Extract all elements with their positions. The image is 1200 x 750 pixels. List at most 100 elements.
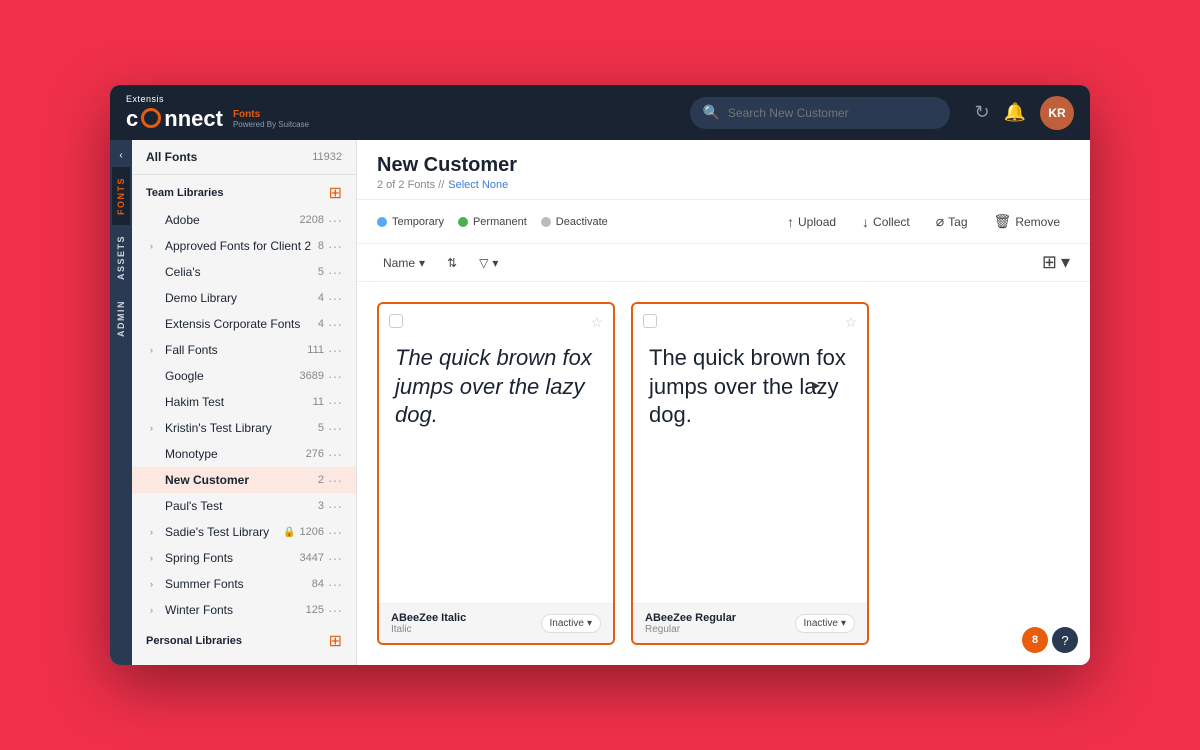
sidebar-item-extensis-corporate[interactable]: Extensis Corporate Fonts 4 ··· [132,311,356,337]
sidebar-item-label: Winter Fonts [165,603,306,617]
dots-menu-icon[interactable]: ··· [328,290,342,306]
sidebar-tab-admin[interactable]: ADMIN [112,290,130,347]
sidebar-item-label: Hakim Test [165,395,313,409]
sidebar-item-demo-library[interactable]: Demo Library 4 ··· [132,285,356,311]
sidebar-item-new-customer[interactable]: New Customer 2 ··· [132,467,356,493]
team-libraries-add-button[interactable]: ⊞ [329,183,342,203]
logo-area: Extensis c nnect Fonts Powered By Suitca… [126,94,309,132]
font-style: Regular [645,624,736,635]
filter-chevron: ▾ [492,256,498,270]
collect-button[interactable]: ↓ Collect [852,209,920,235]
remove-button[interactable]: 🗑 Remove [984,208,1070,235]
content-header: New Customer 2 of 2 Fonts // Select None [357,140,1090,200]
search-input[interactable] [728,106,939,120]
dots-menu-icon[interactable]: ··· [328,342,342,358]
filter-icon: ▽ [479,256,488,270]
sidebar-item-label: Summer Fonts [165,577,312,591]
sidebar-tab-fonts[interactable]: FONTS [112,167,130,225]
upload-icon: ↑ [787,214,794,230]
font-card-preview: ☆ The quick brown fox jumps over the laz… [633,304,867,603]
sidebar-item-summer-fonts[interactable]: › Summer Fonts 84 ··· [132,571,356,597]
all-fonts-count: 11932 [312,151,342,163]
powered-fonts: Fonts [233,109,309,120]
chevron-icon: › [150,423,160,433]
sidebar-tab-assets[interactable]: ASSETS [112,225,130,290]
tag-icon: ⌀ [936,213,944,230]
sidebar-item-count: 125 [306,604,324,616]
sidebar-item-approved-fonts[interactable]: › Approved Fonts for Client 2 8 ··· [132,233,356,259]
font-info: ABeeZee Italic Italic [391,612,466,635]
connect-o-icon [141,108,161,128]
sidebar-item-label: Spring Fonts [165,551,300,565]
sidebar-item-monotype[interactable]: Monotype 276 ··· [132,441,356,467]
bell-icon[interactable]: 🔔 [1004,102,1026,123]
sidebar-item-kristins-test[interactable]: › Kristin's Test Library 5 ··· [132,415,356,441]
dots-menu-icon[interactable]: ··· [328,498,342,514]
sidebar-item-sadies-test[interactable]: › Sadie's Test Library 🔒 1206 ··· [132,519,356,545]
upload-button[interactable]: ↑ Upload [777,209,846,235]
font-card-checkbox[interactable] [389,314,403,328]
sidebar-item-winter-fonts[interactable]: › Winter Fonts 125 ··· [132,597,356,623]
font-status-button[interactable]: Inactive ▾ [795,614,856,633]
font-card-abeezee-italic[interactable]: ☆ The quick brown fox jumps over the laz… [377,302,615,645]
sidebar-item-label: Fall Fonts [165,343,307,357]
refresh-icon[interactable]: ↻ [974,102,989,123]
sidebar: All Fonts 11932 Team Libraries ⊞ Adobe 2… [132,140,357,665]
star-icon[interactable]: ☆ [844,314,857,331]
name-sort-button[interactable]: Name ▾ [377,253,431,273]
sidebar-collapse-button[interactable]: ‹ [119,144,122,167]
sidebar-item-fall-fonts[interactable]: › Fall Fonts 111 ··· [132,337,356,363]
star-icon[interactable]: ☆ [590,314,603,331]
dots-menu-icon[interactable]: ··· [328,368,342,384]
avatar[interactable]: KR [1040,96,1074,130]
view-chevron-icon: ▾ [1061,252,1070,273]
dots-menu-icon[interactable]: ··· [328,394,342,410]
sidebar-item-count: 2 [318,474,324,486]
font-name: ABeeZee Italic [391,612,466,624]
sidebar-item-count: 8 [318,240,324,252]
view-toggle[interactable]: ⊞ ▾ [1042,252,1070,273]
sidebar-item-count: 3689 [300,370,324,382]
dots-menu-icon[interactable]: ··· [328,602,342,618]
collect-label: Collect [873,215,910,229]
font-card-abeezee-regular[interactable]: ☆ The quick brown fox jumps over the laz… [631,302,869,645]
personal-libraries-add-button[interactable]: ⊞ [329,631,342,651]
font-card-checkbox[interactable] [643,314,657,328]
sort-button[interactable]: ⇅ [441,253,463,273]
dots-menu-icon[interactable]: ··· [328,550,342,566]
sidebar-item-label: Celia's [165,265,318,279]
dots-menu-icon[interactable]: ··· [328,316,342,332]
sidebar-item-count: 276 [306,448,324,460]
status-permanent: Permanent [458,216,527,228]
dots-menu-icon[interactable]: ··· [328,576,342,592]
chevron-icon: › [150,345,160,355]
font-preview-text: The quick brown fox jumps over the lazy … [649,344,851,430]
sidebar-item-pauls-test[interactable]: Paul's Test 3 ··· [132,493,356,519]
sidebar-item-spring-fonts[interactable]: › Spring Fonts 3447 ··· [132,545,356,571]
sidebar-item-celias[interactable]: Celia's 5 ··· [132,259,356,285]
sidebar-item-adobe[interactable]: Adobe 2208 ··· [132,207,356,233]
sidebar-item-count: 2208 [300,214,324,226]
font-status-button[interactable]: Inactive ▾ [541,614,602,633]
notifications-count-badge[interactable]: 8 [1022,627,1048,653]
sidebar-item-label: Extensis Corporate Fonts [165,317,318,331]
dots-menu-icon[interactable]: ··· [328,238,342,254]
sidebar-item-google[interactable]: Google 3689 ··· [132,363,356,389]
dots-menu-icon[interactable]: ··· [328,472,342,488]
sidebar-all-fonts[interactable]: All Fonts 11932 [132,140,356,175]
personal-libraries-header: Personal Libraries ⊞ [132,623,356,655]
search-bar[interactable]: 🔍 [690,97,950,129]
dots-menu-icon[interactable]: ··· [328,524,342,540]
help-button[interactable]: ? [1052,627,1078,653]
dots-menu-icon[interactable]: ··· [328,446,342,462]
sidebar-item-hakim-test[interactable]: Hakim Test 11 ··· [132,389,356,415]
dots-menu-icon[interactable]: ··· [328,420,342,436]
filter-button[interactable]: ▽ ▾ [473,253,504,273]
tag-button[interactable]: ⌀ Tag [926,208,978,235]
dots-menu-icon[interactable]: ··· [328,264,342,280]
tag-label: Tag [948,215,967,229]
dots-menu-icon[interactable]: ··· [328,212,342,228]
font-info: ABeeZee Regular Regular [645,612,736,635]
select-none-link[interactable]: Select None [448,179,508,191]
grid-view-icon: ⊞ [1042,252,1057,273]
